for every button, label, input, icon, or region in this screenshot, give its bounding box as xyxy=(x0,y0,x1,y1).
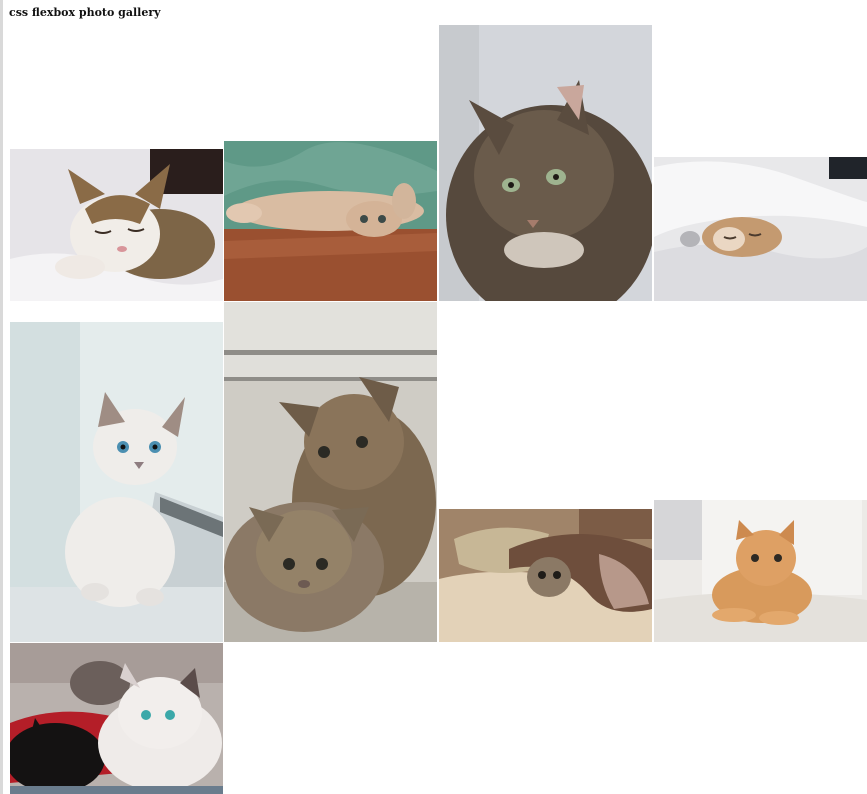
page-title: css flexbox photo gallery xyxy=(9,6,161,19)
gallery-photo-kitten-under-duvet[interactable] xyxy=(654,157,867,301)
gallery-photo-siamese-kitten[interactable] xyxy=(10,322,223,642)
gallery-photo-sleeping-kitten[interactable] xyxy=(10,149,223,301)
gallery-photo-longhair-tabby[interactable] xyxy=(439,25,652,301)
gallery-photo-black-and-white-kittens[interactable] xyxy=(10,643,223,794)
page: css flexbox photo gallery xyxy=(0,0,867,794)
gallery-photo-upside-down-kitten[interactable] xyxy=(224,141,437,301)
gallery-photo-kitten-under-blanket[interactable] xyxy=(439,509,652,642)
gallery-photo-ginger-kitten[interactable] xyxy=(654,500,867,642)
gallery-photo-two-tabby-kittens[interactable] xyxy=(224,302,437,642)
photo-gallery xyxy=(10,24,867,794)
